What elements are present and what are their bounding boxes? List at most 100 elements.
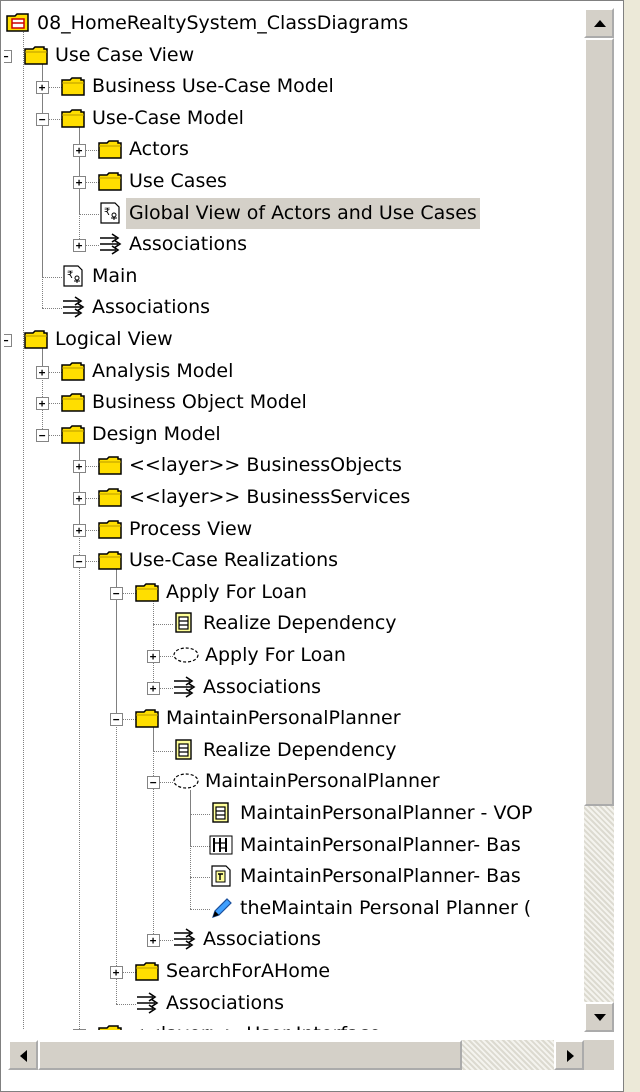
folder-icon [135, 707, 159, 729]
tree-item-label: Analysis Model [92, 360, 234, 382]
folder-icon [98, 486, 122, 508]
expand-icon[interactable]: + [72, 1028, 86, 1030]
tree-item-label: Process View [129, 518, 253, 540]
horizontal-scrollbar[interactable] [8, 1040, 584, 1070]
model-tree[interactable]: 08_HomeRealtySystem_ClassDiagrams − Use Ca… [4, 8, 580, 1030]
tree-item[interactable]: − Logical View [4, 324, 580, 355]
associations-icon [172, 676, 196, 698]
tree-item[interactable]: MaintainPersonalPlanner- Bas [4, 830, 580, 861]
vertical-scrollbar[interactable] [584, 8, 614, 1032]
tree-item[interactable]: + Analysis Model [4, 356, 580, 387]
collaboration-icon [172, 644, 199, 666]
tree-item[interactable]: ₹ Main [4, 261, 580, 292]
expand-icon[interactable]: + [109, 965, 123, 979]
expand-icon[interactable]: + [72, 523, 86, 537]
collapse-icon[interactable]: − [146, 775, 160, 789]
svg-text:₹: ₹ [67, 270, 73, 281]
scroll-right-button[interactable] [554, 1040, 584, 1070]
tree-item-label: Business Use-Case Model [92, 75, 334, 97]
expand-icon[interactable]: + [72, 143, 86, 157]
tree-item[interactable]: + Apply For Loan [4, 640, 580, 671]
collapse-icon[interactable]: − [109, 586, 123, 600]
tree-item[interactable]: Realize Dependency [4, 735, 580, 766]
expand-icon[interactable]: + [72, 459, 86, 473]
pane-splitter[interactable] [624, 0, 640, 1092]
scroll-left-button[interactable] [8, 1040, 38, 1070]
tree-item-label: MaintainPersonalPlanner - VOP [240, 802, 533, 824]
folder-icon [61, 391, 85, 413]
associations-icon [61, 296, 85, 318]
collapse-icon[interactable]: − [35, 112, 49, 126]
expand-icon[interactable]: + [72, 175, 86, 189]
folder-icon [61, 423, 85, 445]
scroll-up-button[interactable] [584, 8, 614, 38]
tree-item-label: Main [92, 265, 138, 287]
expand-icon[interactable]: + [35, 80, 49, 94]
tree-item[interactable]: − MaintainPersonalPlanner [4, 766, 580, 797]
tree-item[interactable]: + Associations [4, 924, 580, 955]
scroll-thumb-horizontal[interactable] [38, 1040, 462, 1070]
tree-item[interactable]: − Apply For Loan [4, 577, 580, 608]
expand-icon[interactable]: + [146, 933, 160, 947]
folder-icon [24, 328, 48, 350]
folder-icon [135, 581, 159, 603]
folder-icon [98, 1023, 122, 1030]
tree-item[interactable]: + <<layer>> BusinessObjects [4, 450, 580, 481]
expand-icon[interactable]: + [72, 491, 86, 505]
tree-item[interactable]: ₹ Global View of Actors and Use Cases [4, 198, 580, 229]
tree-item-label: theMaintain Personal Planner ( [240, 897, 532, 919]
folder-icon [61, 360, 85, 382]
tree-item-label: Use-Case Realizations [129, 549, 339, 571]
collapse-icon[interactable]: − [4, 333, 12, 347]
tree-item[interactable]: − Use Case View [4, 40, 580, 71]
tree-item-label: Associations [166, 992, 285, 1014]
tree-item[interactable]: − Use-Case Realizations [4, 545, 580, 576]
tree-item[interactable]: + Business Object Model [4, 387, 580, 418]
scroll-down-button[interactable] [584, 1002, 614, 1032]
tree-item[interactable]: + SearchForAHome [4, 956, 580, 987]
tree-item[interactable]: + Associations [4, 229, 580, 260]
tree-item[interactable]: + <<layer>> BusinessServices [4, 482, 580, 513]
collaboration-icon [172, 770, 199, 792]
tree-item-label: Use-Case Model [92, 107, 244, 129]
tree-item[interactable]: 08_HomeRealtySystem_ClassDiagrams [4, 8, 580, 39]
tree-item[interactable]: − Use-Case Model [4, 103, 580, 134]
associations-icon [172, 928, 196, 950]
class-diagram-icon [172, 612, 196, 634]
tree-item-label: Business Object Model [92, 391, 307, 413]
collapse-icon[interactable]: − [35, 428, 49, 442]
tree-item[interactable]: + Business Use-Case Model [4, 71, 580, 102]
expand-icon[interactable]: + [146, 649, 160, 663]
tree-item[interactable]: − Design Model [4, 419, 580, 450]
tree-item[interactable]: + <<layer>> User Interface [4, 1019, 580, 1030]
tree-item-label: Apply For Loan [166, 581, 307, 603]
collapse-icon[interactable]: − [4, 49, 12, 63]
expand-icon[interactable]: + [35, 396, 49, 410]
tree-item-label: MaintainPersonalPlanner [166, 707, 401, 729]
arrow-left-icon [20, 1050, 27, 1062]
tree-item[interactable]: Associations [4, 988, 580, 1019]
tree-item-label: SearchForAHome [166, 960, 331, 982]
collapse-icon[interactable]: − [72, 554, 86, 568]
expand-icon[interactable]: + [35, 365, 49, 379]
tree-item[interactable]: + Actors [4, 134, 580, 165]
tree-item[interactable]: − MaintainPersonalPlanner [4, 703, 580, 734]
tree-item[interactable]: theMaintain Personal Planner ( [4, 893, 580, 924]
tree-item-label: Design Model [92, 423, 221, 445]
communication-diagram-icon [209, 865, 233, 887]
scroll-thumb-vertical[interactable] [584, 38, 614, 806]
tree-item-label: Associations [203, 676, 322, 698]
browser-window: 08_HomeRealtySystem_ClassDiagrams − Use Ca… [0, 0, 624, 1092]
tree-item[interactable]: + Use Cases [4, 166, 580, 197]
tree-item[interactable]: Associations [4, 292, 580, 323]
expand-icon[interactable]: + [146, 681, 160, 695]
tree-item[interactable]: Realize Dependency [4, 608, 580, 639]
tree-item[interactable]: MaintainPersonalPlanner - VOP [4, 798, 580, 829]
expand-icon[interactable]: + [72, 238, 86, 252]
tree-item[interactable]: + Process View [4, 514, 580, 545]
collapse-icon[interactable]: − [109, 712, 123, 726]
folder-icon [98, 549, 122, 571]
tree-item[interactable]: + Associations [4, 672, 580, 703]
use-case-diagram-icon: ₹ [61, 265, 85, 287]
tree-item[interactable]: MaintainPersonalPlanner- Bas [4, 861, 580, 892]
